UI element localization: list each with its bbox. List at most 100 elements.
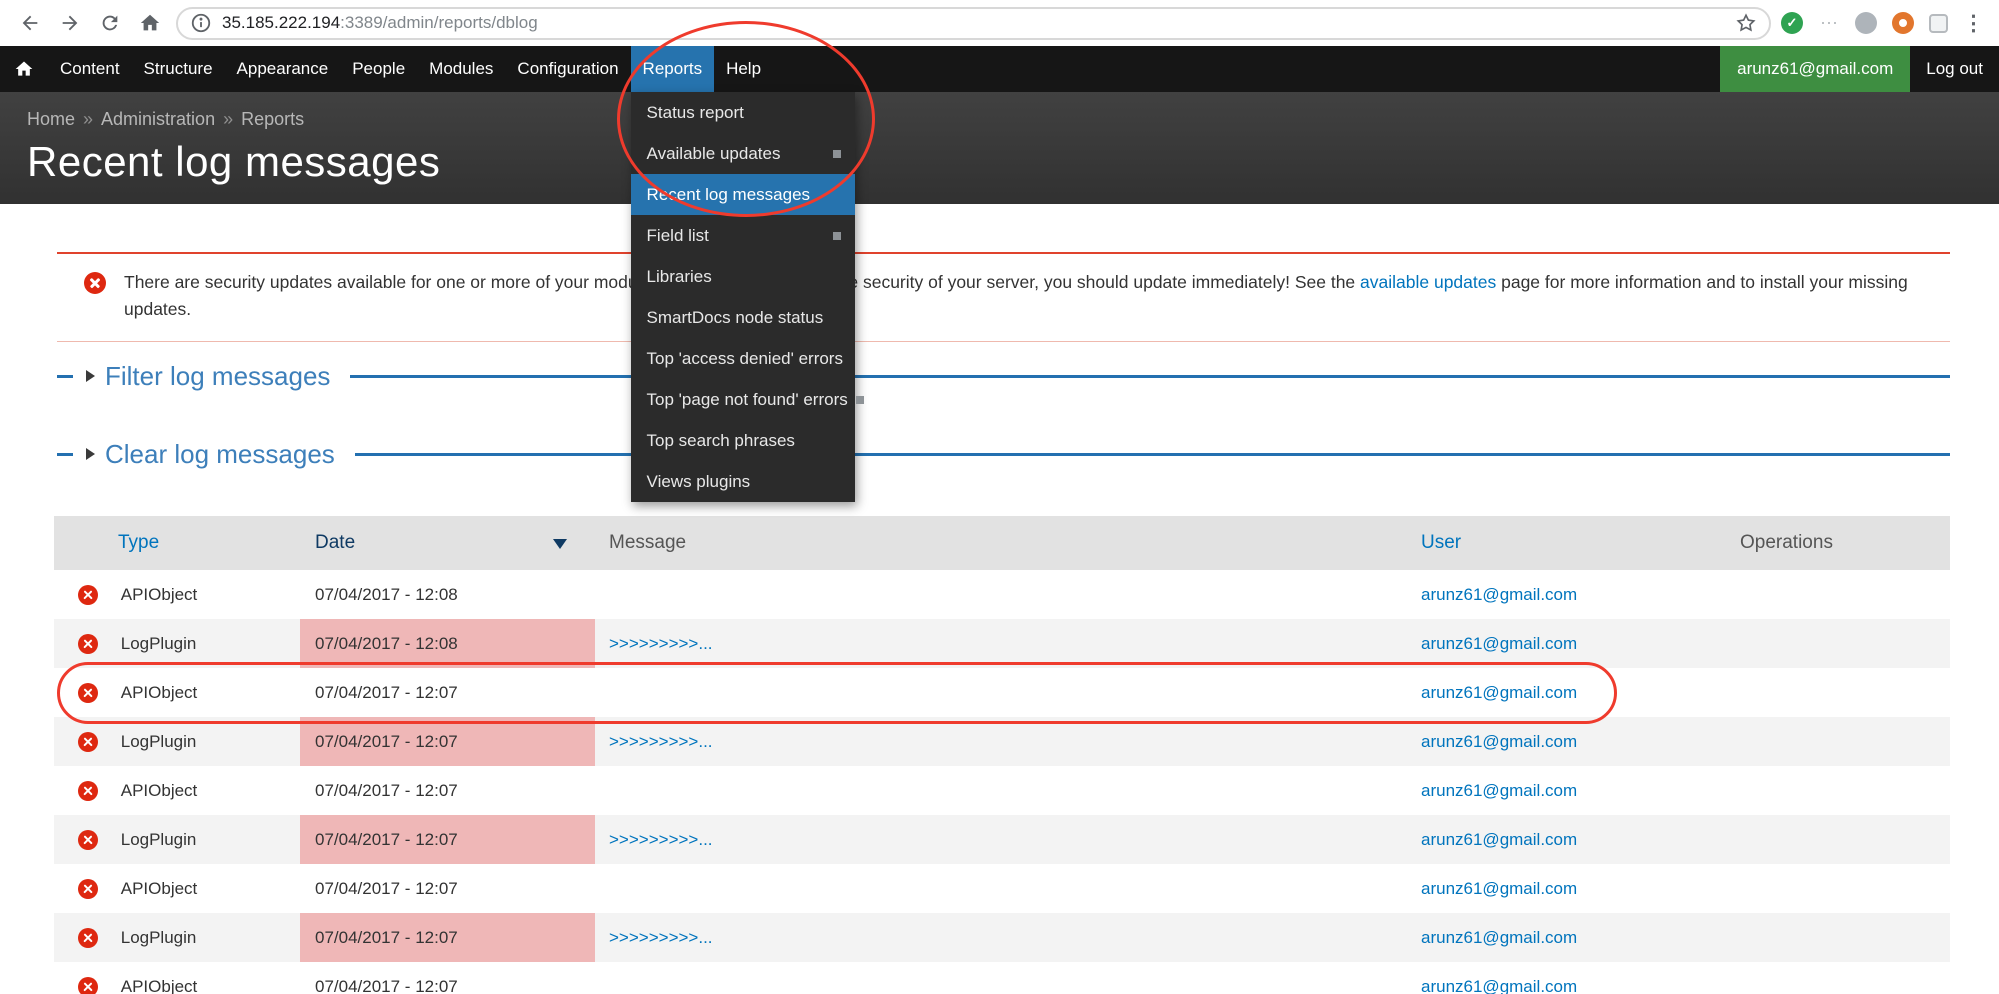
- filter-log-messages-toggle[interactable]: Filter log messages: [105, 361, 330, 392]
- gray-extension-icon[interactable]: [1855, 12, 1877, 34]
- log-table-row: APIObject 07/04/2017 - 12:07 arunz61@gma…: [54, 962, 1950, 994]
- log-type-cell: LogPlugin: [54, 717, 300, 766]
- sort-by-user-link[interactable]: User: [1421, 532, 1461, 553]
- reports-menu-item[interactable]: Available updates: [631, 133, 855, 174]
- checkmark-extension-icon[interactable]: ✓: [1781, 12, 1803, 34]
- breadcrumb-separator: »: [83, 109, 93, 129]
- browser-menu-icon[interactable]: ⋮: [1963, 11, 1983, 36]
- log-operations-cell: [1690, 815, 1950, 864]
- log-message-link[interactable]: >>>>>>>>>...: [609, 634, 713, 653]
- back-button[interactable]: [10, 3, 50, 43]
- log-message-link[interactable]: >>>>>>>>>...: [609, 732, 713, 751]
- home-button[interactable]: [130, 3, 170, 43]
- error-status-icon: [78, 585, 98, 605]
- toolbar-item-label: Reports: [643, 59, 703, 79]
- breadcrumb-home-link[interactable]: Home: [27, 109, 75, 129]
- error-status-icon: [78, 879, 98, 899]
- toolbar-right: arunz61@gmail.com Log out: [1720, 46, 1999, 92]
- toolbar-item-help[interactable]: Help: [714, 46, 773, 92]
- operations-column-header: Operations: [1690, 516, 1950, 570]
- log-message-cell: [595, 962, 1408, 994]
- log-user-link[interactable]: arunz61@gmail.com: [1421, 879, 1577, 898]
- log-type-cell: APIObject: [54, 668, 300, 717]
- collapsed-arrow-icon: [86, 370, 95, 382]
- url-path: :3389/admin/reports/dblog: [340, 13, 538, 32]
- bookmark-star-icon[interactable]: [1735, 12, 1757, 34]
- user-column-header: User: [1408, 516, 1690, 570]
- page-info-icon[interactable]: [190, 12, 212, 34]
- toolbar-item-content[interactable]: Content: [48, 46, 132, 92]
- log-message-link[interactable]: >>>>>>>>>...: [609, 928, 713, 947]
- sort-by-date-link[interactable]: Date: [315, 532, 355, 553]
- log-message-link[interactable]: >>>>>>>>>...: [609, 830, 713, 849]
- account-button[interactable]: arunz61@gmail.com: [1720, 46, 1910, 92]
- reports-menu-item[interactable]: Top 'page not found' errors: [631, 379, 855, 420]
- toolbar-item-reports[interactable]: Reports Status report Available updates …: [631, 46, 715, 92]
- message-column-header: Message: [595, 516, 1408, 570]
- log-operations-cell: [1690, 864, 1950, 913]
- log-date-cell: 07/04/2017 - 12:07: [300, 913, 595, 962]
- log-user-link[interactable]: arunz61@gmail.com: [1421, 732, 1577, 751]
- log-type-label: APIObject: [121, 977, 198, 994]
- toolbar-item-people[interactable]: People: [340, 46, 417, 92]
- message-header-label: Message: [609, 532, 686, 553]
- address-bar[interactable]: 35.185.222.194:3389/admin/reports/dblog: [176, 7, 1771, 40]
- error-status-icon: [78, 977, 98, 994]
- clear-log-messages-toggle[interactable]: Clear log messages: [105, 439, 335, 470]
- log-user-link[interactable]: arunz61@gmail.com: [1421, 781, 1577, 800]
- log-type-cell: APIObject: [54, 864, 300, 913]
- error-icon: [84, 272, 106, 294]
- orange-extension-icon[interactable]: [1892, 12, 1914, 34]
- log-date-cell: 07/04/2017 - 12:07: [300, 962, 595, 994]
- forward-button[interactable]: [50, 3, 90, 43]
- square-extension-icon[interactable]: [1929, 14, 1948, 33]
- toolbar-item-configuration[interactable]: Configuration: [505, 46, 630, 92]
- toolbar-item-modules[interactable]: Modules: [417, 46, 505, 92]
- log-user-link[interactable]: arunz61@gmail.com: [1421, 634, 1577, 653]
- breadcrumb: Home»Administration»Reports: [27, 109, 1999, 130]
- menu-item-badge: [833, 150, 841, 158]
- toolbar-item-structure[interactable]: Structure: [132, 46, 225, 92]
- log-date-cell: 07/04/2017 - 12:07: [300, 717, 595, 766]
- log-user-link[interactable]: arunz61@gmail.com: [1421, 977, 1577, 994]
- reports-menu-item[interactable]: SmartDocs node status: [631, 297, 855, 338]
- toolbar-item-appearance[interactable]: Appearance: [225, 46, 341, 92]
- log-user-link[interactable]: arunz61@gmail.com: [1421, 683, 1577, 702]
- sort-by-type-link[interactable]: Type: [118, 532, 159, 553]
- reports-menu-item[interactable]: Top 'access denied' errors: [631, 338, 855, 379]
- available-updates-link[interactable]: available updates: [1360, 272, 1496, 292]
- logout-button[interactable]: Log out: [1910, 46, 1999, 92]
- log-user-link[interactable]: arunz61@gmail.com: [1421, 585, 1577, 604]
- log-user-link[interactable]: arunz61@gmail.com: [1421, 928, 1577, 947]
- refresh-icon: [99, 12, 121, 34]
- refresh-button[interactable]: [90, 3, 130, 43]
- table-header-row: Type Date Message User Operations: [54, 516, 1950, 570]
- error-status-icon: [78, 683, 98, 703]
- breadcrumb-reports-link[interactable]: Reports: [241, 109, 304, 129]
- reports-menu-item[interactable]: Top search phrases: [631, 420, 855, 461]
- error-message-text: There are security updates available for…: [124, 269, 1920, 323]
- reports-menu-item[interactable]: Libraries: [631, 256, 855, 297]
- log-table-row: LogPlugin 07/04/2017 - 12:07 >>>>>>>>>..…: [54, 913, 1950, 962]
- reports-menu-item[interactable]: Recent log messages: [631, 174, 855, 215]
- log-type-cell: APIObject: [54, 766, 300, 815]
- overflow-dots-extension-icon[interactable]: ⋯: [1818, 12, 1840, 34]
- drupal-home-button[interactable]: [0, 46, 48, 92]
- security-error-message: There are security updates available for…: [57, 252, 1950, 342]
- breadcrumb-administration-link[interactable]: Administration: [101, 109, 215, 129]
- reports-menu-item[interactable]: Field list: [631, 215, 855, 256]
- log-message-cell: [595, 668, 1408, 717]
- log-table-body: APIObject 07/04/2017 - 12:08 arunz61@gma…: [54, 570, 1950, 994]
- fieldset-border-left: [57, 453, 73, 456]
- log-table-row: LogPlugin 07/04/2017 - 12:07 >>>>>>>>>..…: [54, 717, 1950, 766]
- type-column-header: Type: [54, 516, 300, 570]
- menu-item-label: SmartDocs node status: [647, 307, 841, 328]
- log-type-label: LogPlugin: [121, 928, 197, 948]
- log-message-cell: [595, 864, 1408, 913]
- fieldset-filter-log-messages: Filter log messages: [57, 350, 1950, 402]
- url-text: 35.185.222.194:3389/admin/reports/dblog: [222, 13, 1735, 33]
- reports-menu-item[interactable]: Status report: [631, 92, 855, 133]
- log-user-cell: arunz61@gmail.com: [1408, 766, 1690, 815]
- log-user-link[interactable]: arunz61@gmail.com: [1421, 830, 1577, 849]
- reports-menu-item[interactable]: Views plugins: [631, 461, 855, 502]
